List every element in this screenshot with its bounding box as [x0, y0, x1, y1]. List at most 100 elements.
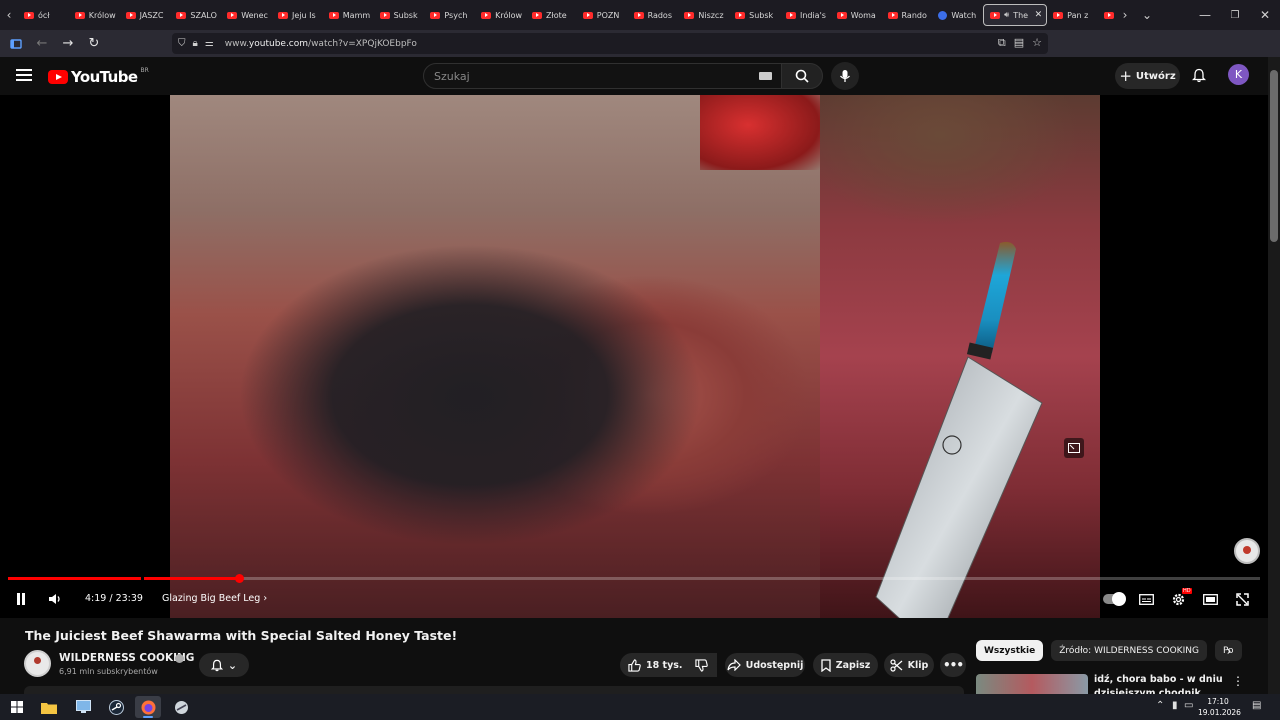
thumbs-up-icon: [628, 658, 641, 672]
lock-icon[interactable]: 🔒︎: [193, 38, 198, 49]
bookmark-star-icon[interactable]: ☆: [1032, 36, 1042, 50]
taskbar-steam[interactable]: [103, 696, 129, 718]
scrubber-handle[interactable]: [235, 574, 244, 583]
browser-tab[interactable]: Niszcz: [678, 4, 729, 26]
tab-label: India's: [799, 10, 826, 20]
close-tab-icon[interactable]: ✕: [1035, 10, 1043, 20]
video-player[interactable]: 4:19 / 23:39 Glazing Big Beef Leg › HD: [0, 95, 1268, 618]
browser-tab[interactable]: Psych: [424, 4, 475, 26]
tray-mic-icon[interactable]: ▮: [1172, 700, 1178, 711]
browser-tab[interactable]: JASZC: [120, 4, 171, 26]
address-bar[interactable]: ⛉ 🔒︎ ⚌ www.youtube.com/watch?v=XPQjKOEbp…: [172, 33, 1048, 54]
browser-tab[interactable]: Watch: [932, 4, 983, 26]
chapter-button[interactable]: Glazing Big Beef Leg ›: [162, 593, 267, 604]
recommended-thumbnail[interactable]: [976, 674, 1088, 694]
youtube-logo[interactable]: YouTube BR: [48, 66, 149, 86]
country-code: BR: [140, 66, 149, 74]
sidebar-toggle-icon[interactable]: [4, 32, 28, 56]
reload-icon[interactable]: ↻: [82, 32, 106, 56]
back-icon[interactable]: ←: [30, 32, 54, 56]
restore-icon[interactable]: ❐: [1220, 0, 1250, 30]
subtitles-button[interactable]: [1134, 587, 1158, 611]
browser-tab[interactable]: Pan z: [1047, 4, 1098, 26]
guide-menu-icon[interactable]: [16, 69, 32, 81]
reader-view-icon[interactable]: ▤: [1014, 36, 1024, 50]
filter-chip[interactable]: Źródło: WILDERNESS COOKING: [1051, 640, 1207, 661]
voice-search-button[interactable]: [831, 62, 859, 90]
tab-label: ócł: [38, 10, 50, 20]
tab-list-dropdown-icon[interactable]: ⌄: [1138, 0, 1156, 30]
taskbar-this-pc[interactable]: [70, 696, 96, 718]
youtube-favicon-icon: [227, 11, 238, 19]
browser-tab[interactable]: Rando: [882, 4, 933, 26]
recommended-title[interactable]: idź, chora babo - w dniu dzisiejszym cho…: [1094, 673, 1224, 694]
dislike-button[interactable]: [686, 653, 717, 677]
recommended-more-icon[interactable]: ⋮: [1232, 674, 1244, 688]
keyboard-icon[interactable]: [759, 72, 772, 80]
permissions-icon[interactable]: ⚌: [205, 38, 214, 49]
tray-chevron-icon[interactable]: ⌃: [1156, 700, 1164, 711]
description-box[interactable]: [24, 686, 964, 694]
fullscreen-button[interactable]: [1230, 587, 1254, 611]
volume-icon: [49, 594, 60, 604]
start-button[interactable]: [4, 696, 30, 718]
tabs-scroll-left-icon[interactable]: ‹: [0, 0, 18, 30]
autoplay-toggle[interactable]: [1103, 592, 1126, 606]
share-button[interactable]: Udostępnij: [725, 653, 805, 677]
filter-chip[interactable]: Wszystkie: [976, 640, 1044, 661]
youtube-play-icon: [48, 70, 68, 84]
taskbar-firefox[interactable]: [135, 696, 161, 718]
clip-button[interactable]: Klip: [884, 653, 934, 677]
browser-tab[interactable]: SZALO: [170, 4, 221, 26]
scrollbar-thumb[interactable]: [1270, 70, 1278, 242]
browser-tab-active[interactable]: 🔊︎ The ✕: [983, 4, 1048, 26]
browser-tab[interactable]: POZN: [577, 4, 628, 26]
browser-tab[interactable]: Królow: [69, 4, 120, 26]
subscription-bell-button[interactable]: ⌄: [199, 653, 249, 677]
browser-tab[interactable]: Mamm: [323, 4, 374, 26]
notifications-icon[interactable]: ▤: [1252, 700, 1261, 711]
create-button[interactable]: + Utwórz: [1115, 63, 1180, 89]
tracking-shield-icon[interactable]: ⛉: [178, 38, 186, 49]
save-button[interactable]: Zapisz: [813, 653, 878, 677]
pause-button[interactable]: [9, 587, 33, 611]
theater-mode-button[interactable]: [1198, 587, 1222, 611]
browser-tab[interactable]: Rados: [628, 4, 679, 26]
tab-label: JASZC: [139, 10, 164, 20]
progress-bar[interactable]: [8, 574, 1260, 583]
volume-button[interactable]: [43, 587, 67, 611]
player-controls: 4:19 / 23:39 Glazing Big Beef Leg › HD: [0, 585, 1268, 613]
tabs-scroll-right-icon[interactable]: ›: [1116, 0, 1134, 30]
browser-tab[interactable]: Królow: [475, 4, 526, 26]
picture-in-picture-overlay-icon[interactable]: [1064, 438, 1084, 458]
taskbar-app[interactable]: [168, 696, 194, 718]
browser-tab[interactable]: Złote: [526, 4, 577, 26]
search-button[interactable]: [781, 63, 823, 89]
audio-playing-icon[interactable]: 🔊︎: [1004, 10, 1009, 20]
taskbar-file-explorer[interactable]: [36, 696, 62, 718]
more-actions-button[interactable]: •••: [940, 653, 966, 677]
minimize-icon[interactable]: —: [1190, 0, 1220, 30]
picture-in-picture-url-icon[interactable]: ⧉: [998, 36, 1006, 50]
channel-avatar[interactable]: [24, 650, 51, 677]
url-text[interactable]: www.youtube.com/watch?v=XPQjKOEbpFo: [225, 39, 417, 49]
browser-tab[interactable]: Zjeźdź: [1098, 4, 1114, 26]
account-avatar[interactable]: K: [1228, 64, 1249, 85]
forward-icon[interactable]: →: [56, 32, 80, 56]
browser-tab[interactable]: ócł: [18, 4, 69, 26]
network-icon[interactable]: ▭: [1184, 700, 1193, 711]
browser-tab[interactable]: Subsk: [374, 4, 425, 26]
browser-tab[interactable]: India's: [780, 4, 831, 26]
browser-tab[interactable]: Wenec: [221, 4, 272, 26]
channel-watermark[interactable]: [1234, 538, 1260, 564]
search-input[interactable]: [424, 64, 744, 88]
browser-tab[interactable]: Woma: [831, 4, 882, 26]
browser-tab[interactable]: Subsk: [729, 4, 780, 26]
close-window-icon[interactable]: ✕: [1250, 0, 1280, 30]
chips-next-icon[interactable]: ›: [1220, 642, 1238, 660]
tab-label: Królow: [88, 10, 116, 20]
youtube-favicon-icon: [328, 11, 339, 19]
notifications-button[interactable]: [1189, 65, 1209, 85]
system-clock[interactable]: 17:10 19.01.2026: [1198, 696, 1241, 718]
browser-tab[interactable]: Jeju Is: [272, 4, 323, 26]
